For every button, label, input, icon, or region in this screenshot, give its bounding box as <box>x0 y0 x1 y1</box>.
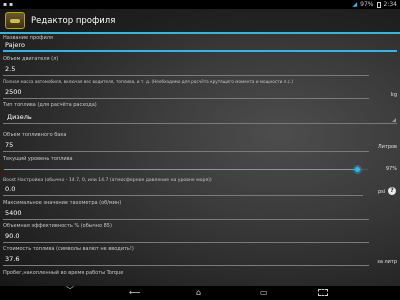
fuel-cost-label: Стоимость топлива (символы валют не ввод… <box>3 246 134 252</box>
fuel-type-label: Тип топлива (для расчёта расхода) <box>3 102 97 108</box>
vol-efficiency-value: 90.0 <box>5 232 20 240</box>
notification-icons: ▪ ▪ <box>3 1 14 8</box>
action-bar: Редактор профиля <box>0 9 400 34</box>
engine-size-value: 2.5 <box>5 65 16 73</box>
status-right: ◢ 97% 2:34 <box>353 0 397 9</box>
max-rpm-value: 5400 <box>5 209 22 217</box>
max-rpm-input[interactable]: 5400 <box>3 208 369 220</box>
fuel-cost-input[interactable]: 37.6 <box>3 254 369 266</box>
battery-percent: 97% <box>360 1 374 8</box>
fuel-cost-value: 37.6 <box>5 255 20 263</box>
wifi-icon: ◢ <box>352 1 358 8</box>
help-icon[interactable]: ? <box>388 187 396 195</box>
fuel-level-value: 97% <box>385 166 397 172</box>
hide-keyboard-icon[interactable]: ﹀ <box>66 286 74 296</box>
tank-volume-label: Объем топливного бака <box>3 132 67 138</box>
tank-volume-input[interactable]: 75 <box>3 140 369 152</box>
app-logo-icon[interactable] <box>5 12 25 29</box>
spinner-arrow-icon <box>392 118 396 122</box>
vehicle-mass-value: 2500 <box>5 88 22 96</box>
vehicle-mass-unit: kg <box>390 92 397 98</box>
vehicle-mass-label: Полная масса автомобиля, включая вес вод… <box>3 79 293 84</box>
fuel-cost-unit: за литр <box>377 259 397 265</box>
vol-efficiency-input[interactable]: 90.0 <box>3 231 369 243</box>
recent-apps-icon[interactable]: ▭ <box>260 288 268 298</box>
page-title: Редактор профиля <box>31 15 116 26</box>
battery-icon <box>376 2 381 8</box>
fuel-level-label: Текущий уровень топлива <box>3 156 73 162</box>
back-icon[interactable]: ⟵ <box>129 288 140 298</box>
vol-efficiency-label: Объемная эффективность % (обычно 85) <box>3 223 112 229</box>
clock: 2:34 <box>383 1 397 8</box>
boost-label: Boost Настройка (обычно - 14.7, 0, или 1… <box>3 178 212 183</box>
home-icon[interactable]: ⌂ <box>196 288 201 298</box>
profile-name-input[interactable]: Pajero <box>3 40 397 52</box>
tank-volume-value: 75 <box>5 141 14 149</box>
engine-size-input[interactable]: 2.5 <box>3 64 369 76</box>
tank-volume-unit: Литров <box>377 144 397 150</box>
system-nav-bar: ﹀ ⟵ ⌂ ▭ <box>0 286 400 300</box>
boost-input[interactable]: 0.0 <box>3 184 363 196</box>
fuel-level-slider[interactable] <box>4 165 368 174</box>
status-bar: ▪ ▪ ◢ 97% 2:34 <box>0 0 400 9</box>
mileage-label: Пробег,накопленный во время работы Torqu… <box>3 270 124 276</box>
profile-name-value: Pajero <box>5 41 25 49</box>
engine-size-label: Объем двигателя (л) <box>3 56 59 62</box>
fuel-level-fill <box>4 169 358 170</box>
fuel-type-value: Дизель <box>7 113 32 121</box>
boost-value: 0.0 <box>5 185 16 193</box>
fuel-level-thumb[interactable] <box>353 165 363 174</box>
max-rpm-label: Максимальное значение тахометра (об/мин) <box>3 200 122 206</box>
screenshot-icon[interactable] <box>318 289 328 296</box>
vehicle-mass-input[interactable]: 2500 <box>3 87 369 99</box>
fuel-type-select[interactable]: Дизель <box>3 110 397 124</box>
boost-unit: psi <box>378 189 386 195</box>
